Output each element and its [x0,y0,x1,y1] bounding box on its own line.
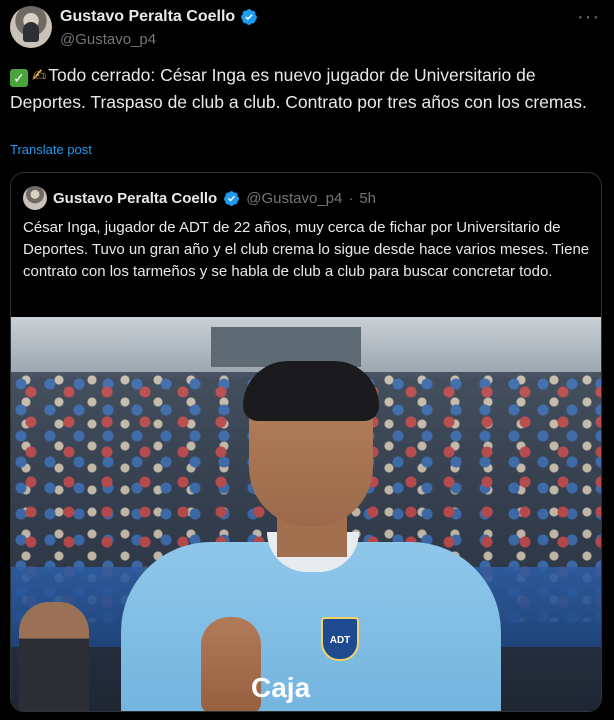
tweet-body-text: Todo cerrado: César Inga es nuevo jugado… [10,65,587,112]
tweet-header: Gustavo Peralta Coello @Gustavo_p4 ··· [10,6,604,56]
author-avatar[interactable] [10,6,52,48]
quoted-tweet-text: César Inga, jugador de ADT de 22 años, m… [23,219,590,280]
author-display-name[interactable]: Gustavo Peralta Coello [60,8,235,26]
quoted-tweet-photo[interactable]: ADT Caja [11,317,601,711]
player-hair [243,361,379,421]
more-options-icon[interactable]: ··· [577,6,600,29]
quoted-timestamp[interactable]: 5h [359,190,376,207]
quoted-separator: · [348,189,354,207]
jersey-sponsor: Caja [251,672,311,703]
verified-badge-icon [241,9,258,25]
verified-badge-icon [224,190,240,206]
quoted-author-name: Gustavo Peralta Coello [53,189,218,207]
check-mark-button-emoji: ✓ [10,69,28,87]
quoted-tweet-card[interactable]: Gustavo Peralta Coello @Gustavo_p4 · 5h … [10,172,602,712]
author-handle[interactable]: @Gustavo_p4 [60,31,156,48]
quoted-author-handle: @Gustavo_p4 [246,189,343,207]
background-person [19,602,89,711]
translate-post-link[interactable]: Translate post [10,142,92,157]
club-badge: ADT [321,617,359,661]
quoted-tweet-header: Gustavo Peralta Coello @Gustavo_p4 · 5h [23,186,376,210]
quoted-author-avatar [23,186,47,210]
tweet-text: ✓ ✍ Todo cerrado: César Inga es nuevo juga… [10,62,600,115]
author-name-row: Gustavo Peralta Coello [60,8,258,26]
writing-hand-emoji: ✍ [32,66,47,85]
